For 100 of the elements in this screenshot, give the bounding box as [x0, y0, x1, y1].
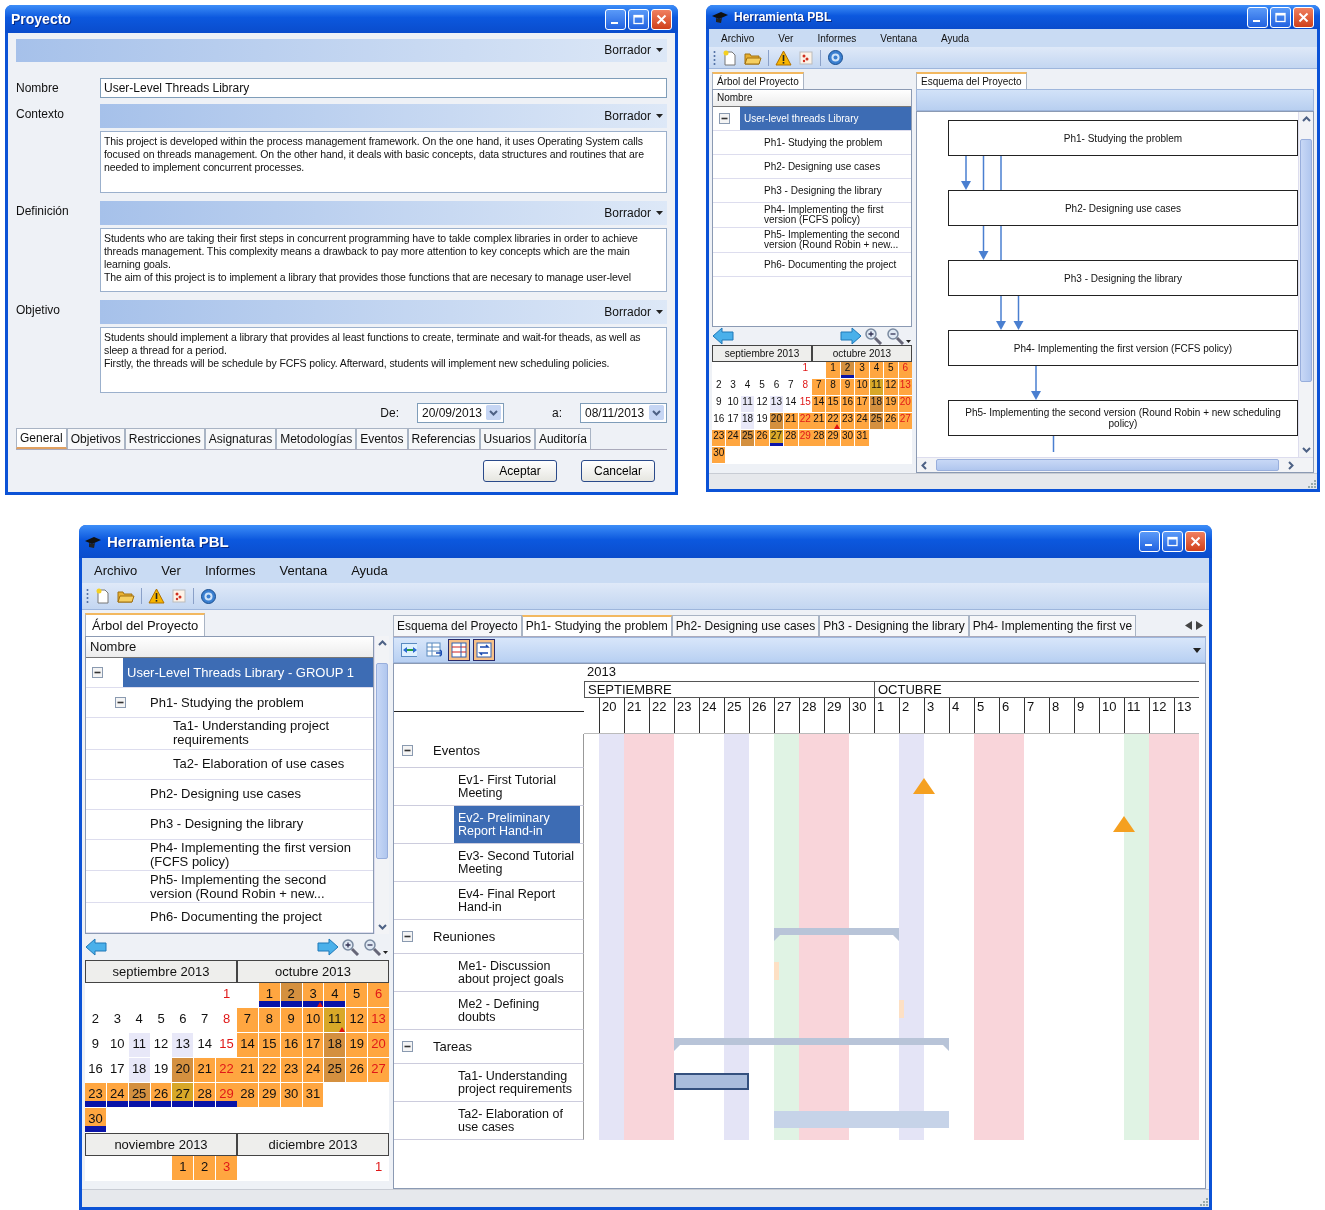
calendar-day[interactable]: 14 — [237, 1033, 258, 1057]
tree-item[interactable]: Ph6- Documenting the project — [146, 903, 373, 932]
gantt-row-label[interactable]: Ta1- Understanding project requirements — [456, 1064, 582, 1101]
calendar-day[interactable]: 17 — [855, 396, 869, 412]
scroll-left-icon[interactable] — [1185, 621, 1192, 630]
calendar-day[interactable]: 19 — [346, 1033, 368, 1057]
status-dropdown[interactable]: Borrador — [600, 205, 667, 220]
toolbar-button[interactable] — [473, 639, 495, 661]
pane-tab[interactable]: Árbol del Proyecto — [85, 613, 206, 636]
menu-item[interactable]: Informes — [805, 32, 869, 44]
calendar-day[interactable]: 9 — [280, 1008, 302, 1032]
menu-item[interactable]: Ventana — [868, 32, 929, 44]
zoom-in-icon[interactable] — [864, 327, 884, 345]
minimize-button[interactable] — [605, 8, 626, 30]
menu-item[interactable]: Ventana — [267, 563, 340, 578]
calendar-day[interactable]: 12 — [346, 1008, 368, 1032]
calendar-day[interactable]: 25 — [324, 1058, 346, 1082]
calendar-day[interactable]: 11 — [869, 379, 884, 395]
pane-tab[interactable]: Árbol del Proyecto — [712, 72, 804, 89]
close-button[interactable] — [651, 8, 672, 30]
calendar-day[interactable]: 2 — [194, 1156, 216, 1180]
toggle-icon[interactable] — [402, 745, 413, 756]
calendar-day[interactable]: 2 — [280, 983, 302, 1007]
calendar-day[interactable]: 23 — [840, 413, 855, 429]
status-dropdown[interactable]: Borrador — [600, 304, 667, 319]
calendar-day[interactable]: 15 — [258, 1033, 280, 1057]
calendar-day[interactable]: 27 — [172, 1083, 194, 1107]
text-area[interactable]: This project is developed within the process management framework. On the one hand, it uses Operating System calls focused on threads management. On the other hand, it deals with basic concepts, data structures and routines that are needed to implement concurrent processes. — [100, 130, 667, 193]
scroll-right-icon[interactable] — [1196, 621, 1203, 630]
settings-icon[interactable] — [827, 49, 844, 66]
calendar-day[interactable]: 15 — [826, 396, 840, 412]
zoom-in-icon[interactable] — [341, 938, 361, 956]
calendar-day[interactable]: 18 — [869, 396, 884, 412]
calendar-day[interactable]: 18 — [324, 1033, 346, 1057]
zoom-out-icon[interactable] — [363, 938, 389, 956]
tree-item[interactable]: Ph5- Implementing the second version (Round Robin + new... — [146, 871, 373, 902]
calendar-day[interactable]: 8 — [826, 379, 840, 395]
horizontal-scrollbar[interactable] — [917, 457, 1313, 472]
meeting-marker[interactable] — [899, 1000, 904, 1018]
resize-grip-icon[interactable] — [1197, 1195, 1209, 1207]
tab[interactable]: General — [16, 428, 67, 449]
toggle-icon[interactable] — [402, 1041, 413, 1052]
status-dropdown[interactable]: Borrador — [600, 108, 667, 123]
calendar-day[interactable]: 30 — [840, 430, 855, 446]
calendar-day[interactable]: 1 — [258, 983, 280, 1007]
calendar-day[interactable]: 14 — [812, 396, 826, 412]
tab[interactable]: Usuarios — [479, 428, 535, 449]
gantt-row-label[interactable]: Ev1- First Tutorial Meeting — [456, 768, 582, 805]
calendar-day[interactable]: 28 — [812, 430, 826, 446]
calendar-day[interactable]: 11 — [324, 1008, 346, 1032]
tab[interactable]: Auditoría — [534, 428, 591, 449]
calendar-day[interactable]: 24 — [855, 413, 869, 429]
calendar-day[interactable]: 26 — [755, 430, 769, 446]
calendar-day[interactable]: 23 — [712, 430, 726, 446]
text-area[interactable]: Students who are taking their first steps in concurrent programming have to takle complex libraries in order to achieve threads management. This complexity means a drawback to pay more attention to key concepts which are the main learning goals. The aim of this project is to implement a library that provides those functions that are necesary to manage user-level — [100, 227, 667, 292]
caret-icon[interactable] — [1193, 647, 1201, 653]
calendar-day[interactable]: 7 — [812, 379, 826, 395]
status-dropdown[interactable]: Borrador — [600, 43, 667, 58]
calendar-day[interactable]: 26 — [884, 413, 898, 429]
tab[interactable]: Asignaturas — [204, 428, 277, 449]
warning-icon[interactable] — [775, 49, 792, 66]
calendar-day[interactable]: 28 — [784, 430, 798, 446]
calendar-day[interactable]: 1 — [172, 1156, 194, 1180]
arrow-left-icon[interactable] — [85, 938, 107, 956]
calendar-day[interactable]: 26 — [346, 1058, 368, 1082]
calendar-day[interactable]: 24 — [106, 1083, 128, 1107]
calendar-day[interactable]: 20 — [172, 1058, 194, 1082]
scroll-thumb[interactable] — [376, 663, 388, 859]
phase-node[interactable]: Ph2- Designing use cases — [948, 190, 1298, 226]
calendar-day[interactable]: 1 — [826, 362, 840, 378]
tree-item[interactable]: User-level threads Library — [740, 107, 911, 130]
calendar-day[interactable]: 22 — [258, 1058, 280, 1082]
phase-node[interactable]: Ph5- Implementing the second version (Round Robin + new scheduling policy) — [948, 400, 1298, 436]
pane-tab[interactable]: Esquema del Proyecto — [916, 72, 1027, 89]
date-field[interactable]: 08/11/2013 — [580, 402, 667, 423]
calendar-day[interactable]: 4 — [324, 983, 346, 1007]
calendar-day[interactable]: 13 — [172, 1033, 194, 1057]
tree-item[interactable]: Ph1- Studying the problem — [760, 131, 911, 154]
tab[interactable]: Eventos — [356, 428, 408, 449]
close-button[interactable] — [1185, 531, 1206, 552]
calendar-day[interactable]: 18 — [128, 1058, 150, 1082]
calendar-day[interactable]: 8 — [258, 1008, 280, 1032]
gantt-row-label[interactable]: Ta2- Elaboration of use cases — [456, 1102, 582, 1139]
calendar-day[interactable]: 5 — [346, 983, 368, 1007]
arrow-right-icon[interactable] — [840, 327, 862, 345]
calendar-day[interactable]: 30 — [712, 447, 726, 463]
gantt-row-label[interactable]: Me1- Discussion about project goals — [456, 954, 582, 991]
toolbar-button[interactable] — [448, 639, 470, 661]
tree-item[interactable]: Ph3 - Designing the library — [760, 179, 911, 202]
text-area[interactable]: Students should implement a library that provides al least functions to create, terminate and wait-for theads, as well as sleep a thread for a period. Firstly, the threads will be schedule by FCFS policy. Afterward, students will implement new scheduling policies. — [100, 326, 667, 393]
tree-item[interactable]: Ph3 - Designing the library — [146, 809, 373, 839]
tree-item[interactable]: User-Level Threads Library - GROUP 1 — [123, 658, 373, 688]
calendar-day[interactable]: 24 — [302, 1058, 324, 1082]
calendar-day[interactable]: 21 — [237, 1058, 258, 1082]
tab[interactable]: Referencias — [407, 428, 480, 449]
calendar-day[interactable]: 31 — [855, 430, 869, 446]
calendar-day[interactable]: 10 — [302, 1008, 324, 1032]
close-button[interactable] — [1293, 6, 1314, 28]
calendar-day[interactable]: 30 — [280, 1083, 302, 1107]
calendar-day[interactable]: 25 — [128, 1083, 150, 1107]
